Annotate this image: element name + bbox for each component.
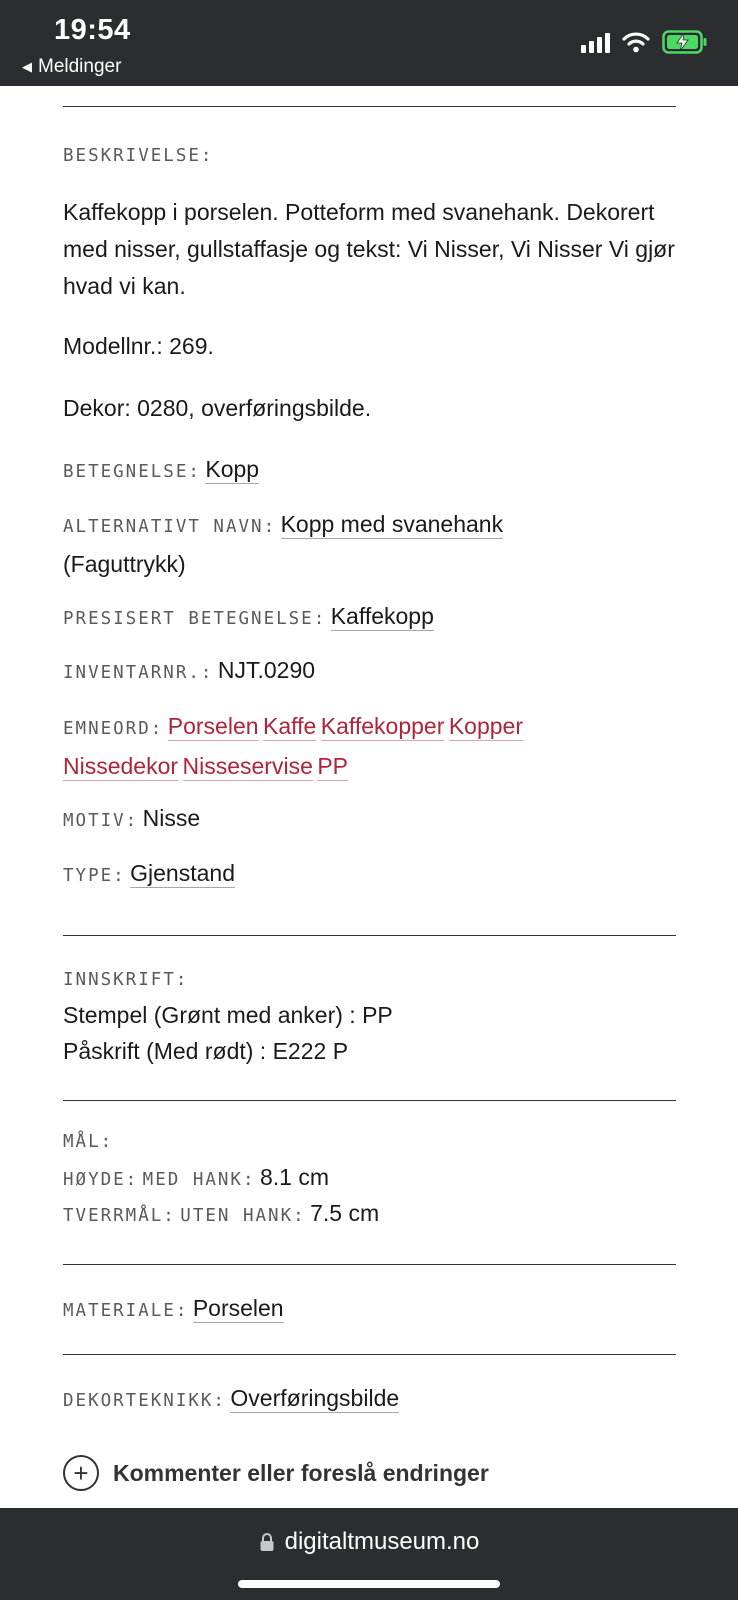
comment-label: Kommenter eller foreslå endringer <box>113 1459 489 1486</box>
home-indicator[interactable] <box>238 1580 500 1588</box>
tag-pp[interactable]: PP <box>317 753 349 781</box>
divider <box>63 935 676 936</box>
decor-number: Dekor: 0280, overføringsbilde. <box>63 395 372 421</box>
measurement-height: HØYDE: MED HANK: 8.1 cm <box>63 1159 676 1199</box>
model-number: Modellnr.: 269. <box>63 333 214 359</box>
technique-link[interactable]: Overføringsbilde <box>230 1385 400 1413</box>
material-link[interactable]: Porselen <box>192 1295 284 1323</box>
motiv-value: Nisse <box>142 805 201 831</box>
measurements-label: MÅL: <box>63 1132 114 1152</box>
alternativt-navn-link[interactable]: Kopp med svanehank <box>280 511 504 539</box>
inventarnr-label: INVENTARNR.: <box>63 663 214 683</box>
height-label: HØYDE: <box>63 1170 139 1190</box>
status-time: 19:54 <box>54 14 131 46</box>
tag-nissedekor[interactable]: Nissedekor <box>63 753 179 781</box>
back-app-label: Meldinger <box>38 56 122 77</box>
address-bar[interactable]: digitaltmuseum.no <box>0 1528 738 1556</box>
presisert-link[interactable]: Kaffekopp <box>330 603 434 631</box>
type-link[interactable]: Gjenstand <box>130 860 235 888</box>
inventarnr-value: NJT.0290 <box>217 657 316 683</box>
measurement-diameter: TVERRMÅL: UTEN HANK: 7.5 cm <box>63 1195 676 1235</box>
field-type: TYPE: Gjenstand <box>63 855 676 895</box>
field-betegnelse: BETEGNELSE: Kopp <box>63 451 676 491</box>
tag-kaffe[interactable]: Kaffe <box>262 713 317 741</box>
field-inventarnr: INVENTARNR.: NJT.0290 <box>63 652 676 692</box>
alternativt-navn-suffix: (Faguttrykk) <box>63 551 186 577</box>
diameter-value: 7.5 cm <box>310 1200 380 1226</box>
divider <box>63 106 676 107</box>
lock-icon <box>260 1533 274 1551</box>
field-material: MATERIALE: Porselen <box>63 1290 676 1330</box>
back-triangle-icon: ◀ <box>22 59 32 74</box>
status-bar: 19:54 ◀ Meldinger <box>0 0 738 86</box>
presisert-label: PRESISERT BETEGNELSE: <box>63 609 327 629</box>
height-value: 8.1 cm <box>259 1164 329 1190</box>
comment-button[interactable]: + Kommenter eller foreslå endringer <box>63 1455 489 1491</box>
divider <box>63 1354 676 1355</box>
description-label: BESKRIVELSE: <box>63 146 214 166</box>
betegnelse-link[interactable]: Kopp <box>205 456 260 484</box>
battery-charging-icon <box>662 30 707 54</box>
system-icons <box>581 30 708 54</box>
field-alternativt-navn: ALTERNATIVT NAVN: Kopp med svanehank (Fa… <box>63 506 676 586</box>
divider <box>63 1100 676 1101</box>
technique-label: DEKORTEKNIKK: <box>63 1391 226 1411</box>
betegnelse-label: BETEGNELSE: <box>63 462 201 482</box>
tag-nisseservise[interactable]: Nisseservise <box>182 753 313 781</box>
back-to-messages-link[interactable]: ◀ Meldinger <box>22 56 121 78</box>
signal-icon <box>581 31 610 53</box>
height-sublabel: MED HANK: <box>142 1170 256 1190</box>
browser-bar: digitaltmuseum.no <box>0 1508 738 1600</box>
inscription-line-2: Påskrift (Med rødt) : E222 P <box>63 1038 349 1064</box>
tag-kopper[interactable]: Kopper <box>448 713 523 741</box>
plus-circle-icon: + <box>63 1455 99 1491</box>
field-emneord: EMNEORD: Porselen Kaffe Kaffekopper Kopp… <box>63 708 676 788</box>
diameter-sublabel: UTEN HANK: <box>180 1206 306 1226</box>
field-presisert-betegnelse: PRESISERT BETEGNELSE: Kaffekopp <box>63 598 676 638</box>
description-text: Kaffekopp i porselen. Potteform med svan… <box>63 199 675 299</box>
diameter-label: TVERRMÅL: <box>63 1206 176 1226</box>
divider <box>63 1264 676 1265</box>
alternativt-navn-label: ALTERNATIVT NAVN: <box>63 517 277 537</box>
type-label: TYPE: <box>63 866 126 886</box>
material-label: MATERIALE: <box>63 1301 189 1321</box>
url-text: digitaltmuseum.no <box>284 1528 480 1555</box>
tag-porselen[interactable]: Porselen <box>167 713 259 741</box>
tag-kaffekopper[interactable]: Kaffekopper <box>320 713 445 741</box>
wifi-icon <box>622 32 650 53</box>
emneord-label: EMNEORD: <box>63 719 164 739</box>
inscription-line-1: Stempel (Grønt med anker) : PP <box>63 1002 393 1028</box>
field-technique: DEKORTEKNIKK: Overføringsbilde <box>63 1380 676 1420</box>
inscription-label: INNSKRIFT: <box>63 970 189 990</box>
motiv-label: MOTIV: <box>63 811 139 831</box>
field-motiv: MOTIV: Nisse <box>63 800 676 840</box>
